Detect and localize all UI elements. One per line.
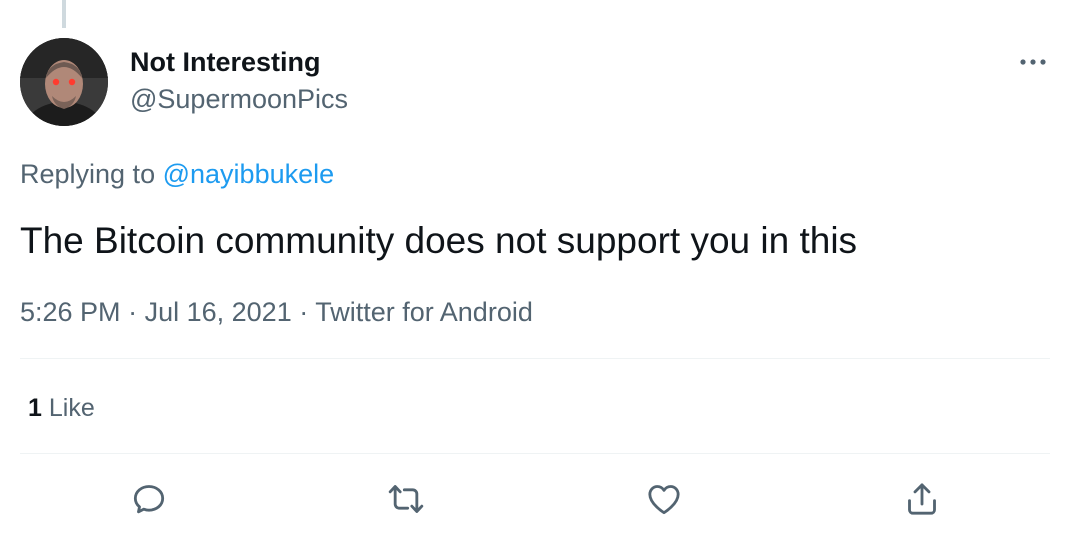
more-horizontal-icon (1020, 59, 1046, 65)
meta-separator: · (128, 297, 138, 327)
thread-connector-line (62, 0, 66, 28)
reply-button[interactable] (129, 479, 169, 519)
more-options-button[interactable] (1016, 48, 1050, 76)
avatar[interactable] (20, 38, 108, 126)
meta-separator: · (299, 297, 309, 327)
like-label: Like (48, 394, 95, 422)
tweet-source[interactable]: Twitter for Android (315, 297, 533, 327)
replying-to-prefix: Replying to (20, 159, 156, 189)
retweet-icon (388, 485, 424, 513)
like-count: 1 (28, 394, 42, 422)
avatar-image (20, 38, 108, 126)
author-handle[interactable]: @SupermoonPics (130, 83, 348, 115)
divider (20, 358, 1050, 359)
heart-icon (648, 485, 680, 515)
tweet-detail: Not Interesting @SupermoonPics Replying … (0, 0, 1084, 538)
share-icon (908, 483, 936, 515)
reply-icon (133, 485, 165, 514)
like-button[interactable] (644, 479, 684, 519)
tweet-time[interactable]: 5:26 PM (20, 297, 121, 327)
divider (20, 453, 1050, 454)
tweet-metadata: 5:26 PM · Jul 16, 2021 · Twitter for And… (20, 295, 533, 329)
replying-to-line: Replying to @nayibbukele (20, 157, 334, 191)
tweet-date[interactable]: Jul 16, 2021 (145, 297, 292, 327)
tweet-text: The Bitcoin community does not support y… (20, 220, 858, 261)
share-button[interactable] (902, 479, 942, 519)
replying-to-mention[interactable]: @nayibbukele (163, 159, 335, 189)
author-name[interactable]: Not Interesting (130, 46, 321, 78)
likes-count-link[interactable]: 1 Like (28, 392, 95, 424)
retweet-button[interactable] (386, 479, 426, 519)
